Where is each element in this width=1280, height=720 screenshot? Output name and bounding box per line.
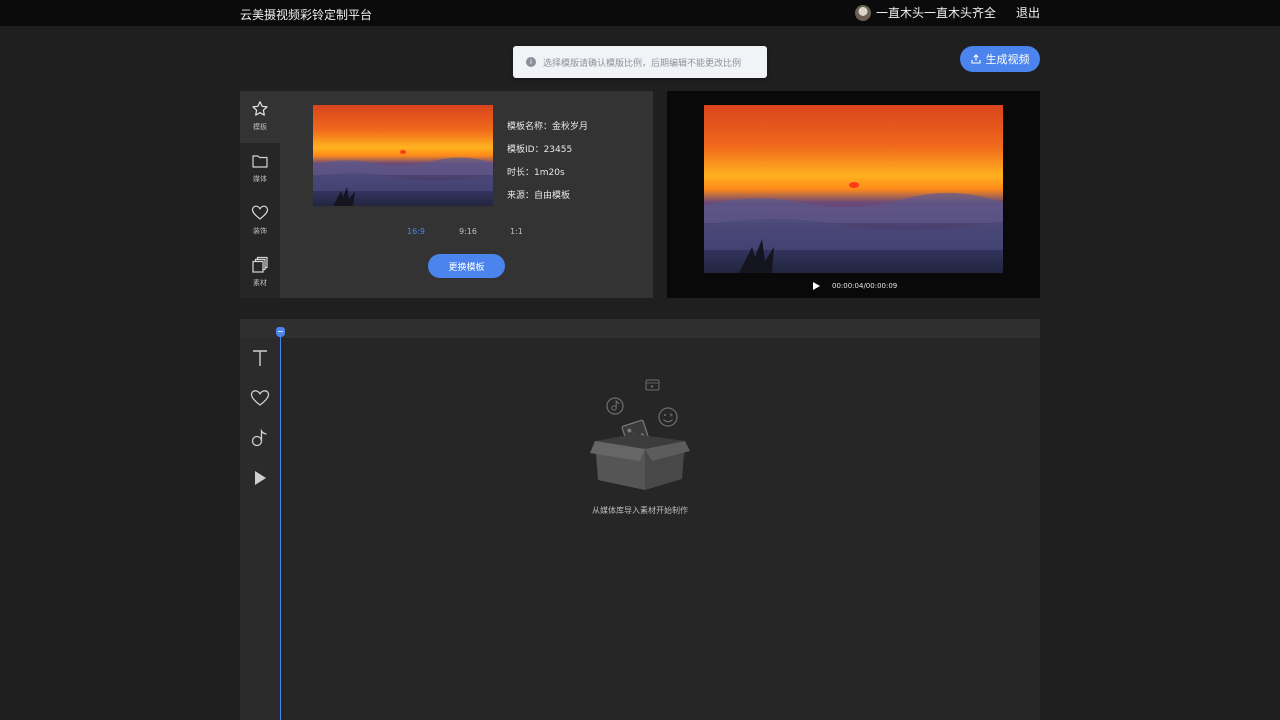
template-name: 模板名称：金秋岁月 [507,122,589,132]
user-area: 一直木头一直木头齐全 退出 [854,4,1040,21]
tab-label: 装饰 [253,227,267,235]
sunset-image [313,105,493,206]
template-info: 模板名称：金秋岁月 模板ID：23455 时长：1m20s 来源：自由模板 [507,116,588,208]
heart-icon[interactable] [248,386,272,410]
side-tabs: 模板 媒体 装饰 素材 [240,91,280,298]
logout-link[interactable]: 退出 [1016,4,1040,21]
upload-icon [970,54,981,64]
brand-title: 云美摄视频彩铃定制平台 [240,8,373,22]
template-source: 来源：自由模板 [507,191,571,201]
tab-media[interactable]: 媒体 [240,143,280,195]
play-icon[interactable] [811,281,821,291]
music-icon[interactable] [248,426,272,450]
playhead-line [280,330,281,720]
sunset-image [704,105,1003,273]
heart-icon [251,205,269,220]
folder-icon [252,155,268,168]
top-bar: 云美摄视频彩铃定制平台 一直木头一直木头齐全 退出 [0,0,1280,26]
ratio-1-1[interactable]: 1:1 [510,227,523,236]
username[interactable]: 一直木头一直木头齐全 [876,4,996,21]
info-icon: i [526,57,536,67]
tab-label: 模板 [253,123,267,131]
ratio-notice: i 选择模版请确认模版比例，后期编辑不能更改比例 [513,46,767,78]
layers-icon [252,256,268,273]
generate-label: 生成视频 [985,53,1030,66]
swap-template-button[interactable]: 更换模板 [428,254,505,278]
ratio-16-9[interactable]: 16:9 [407,227,425,236]
generate-video-button[interactable]: 生成视频 [960,46,1040,72]
tab-label: 媒体 [253,175,267,183]
star-icon [252,101,268,116]
text-icon[interactable] [248,346,272,370]
notice-text: 选择模版请确认模版比例，后期编辑不能更改比例 [543,58,742,69]
ratio-9-16[interactable]: 9:16 [459,227,477,236]
template-thumbnail[interactable] [313,105,493,206]
template-id: 模板ID：23455 [507,145,573,155]
playback-time: 00:00:04/00:00:09 [832,282,898,290]
avatar[interactable] [854,4,871,21]
video-icon[interactable] [248,466,272,490]
tab-label: 素材 [253,279,267,287]
template-duration: 时长：1m20s [507,168,565,178]
preview-frame[interactable] [704,105,1003,273]
empty-box-illustration [590,379,690,490]
tab-template[interactable]: 模板 [240,91,280,143]
empty-state-text: 从媒体库导入素材开始制作 [592,506,688,515]
timeline-ruler[interactable] [240,319,1040,338]
playhead-handle[interactable] [276,327,285,337]
tab-decoration[interactable]: 装饰 [240,195,280,247]
tab-material[interactable]: 素材 [240,247,280,299]
